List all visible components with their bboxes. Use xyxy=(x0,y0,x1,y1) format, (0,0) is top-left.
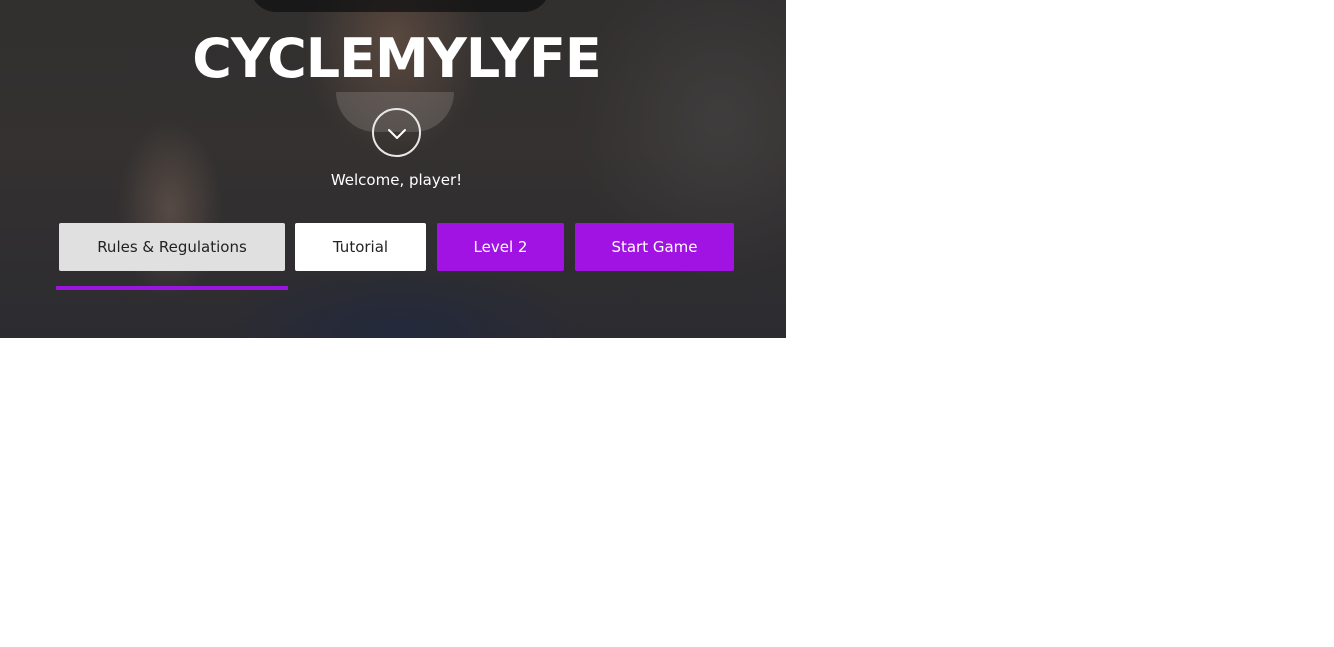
chevron-down-icon xyxy=(387,129,406,139)
start-game-button[interactable]: Start Game xyxy=(575,223,734,271)
rules-regulations-button[interactable]: Rules & Regulations xyxy=(59,223,285,271)
welcome-message: Welcome, player! xyxy=(330,171,463,189)
hero-banner: CYCLEMYLYFE Welcome, player! Rules & Reg… xyxy=(0,0,786,338)
scroll-down-button[interactable] xyxy=(372,108,421,157)
game-title: CYCLEMYLYFE xyxy=(192,27,601,90)
level-2-button[interactable]: Level 2 xyxy=(437,223,564,271)
tutorial-button[interactable]: Tutorial xyxy=(295,223,426,271)
active-tab-underline xyxy=(56,286,288,290)
